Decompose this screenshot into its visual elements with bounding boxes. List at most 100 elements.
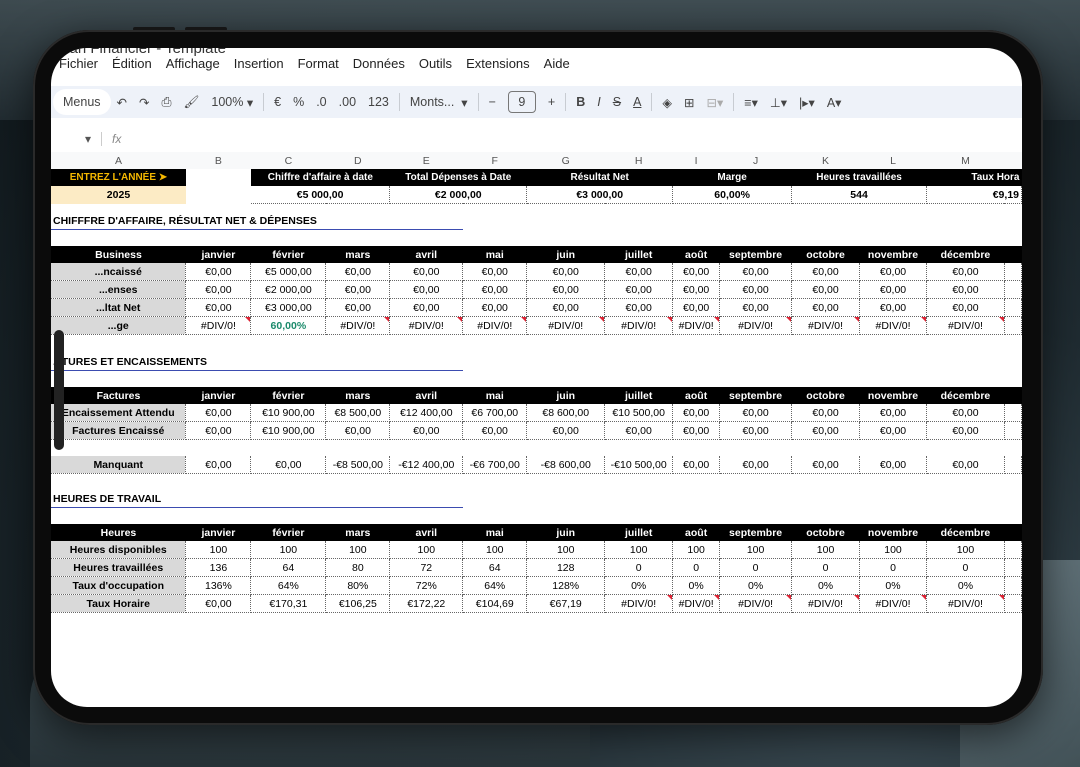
table-cell[interactable]: €0,00 bbox=[389, 280, 464, 299]
menu-extensions[interactable]: Extensions bbox=[466, 56, 530, 78]
table-cell[interactable]: €0,00 bbox=[672, 263, 721, 281]
table-cell[interactable]: €0,00 bbox=[926, 421, 1005, 440]
paint-format-icon[interactable]: 🖌 bbox=[178, 89, 206, 115]
table-cell[interactable]: €0,00 bbox=[604, 298, 674, 317]
table-cell[interactable]: €0,00 bbox=[526, 263, 606, 281]
column-header[interactable]: K bbox=[791, 152, 860, 169]
table-cell[interactable]: 100 bbox=[185, 541, 252, 559]
menu-insertion[interactable]: Insertion bbox=[234, 56, 284, 78]
table-cell[interactable]: 136% bbox=[185, 576, 252, 595]
table-cell[interactable]: #DIV/0! bbox=[325, 316, 391, 335]
table-cell[interactable]: 80 bbox=[325, 558, 391, 577]
table-cell[interactable]: €106,25 bbox=[325, 594, 391, 613]
table-cell[interactable]: €0,00 bbox=[389, 263, 464, 281]
column-header[interactable]: B bbox=[185, 152, 251, 169]
number-format-button[interactable]: 123 bbox=[362, 89, 395, 115]
table-cell[interactable]: €0,00 bbox=[719, 298, 793, 317]
table-cell[interactable] bbox=[1004, 576, 1022, 595]
menus-search-button[interactable]: Menus bbox=[53, 89, 111, 115]
table-cell[interactable]: €0,00 bbox=[185, 421, 252, 440]
menu-aide[interactable]: Aide bbox=[544, 56, 570, 78]
table-cell[interactable]: €0,00 bbox=[325, 298, 391, 317]
table-cell[interactable]: -€12 400,00 bbox=[389, 456, 464, 474]
column-header[interactable]: F bbox=[462, 152, 527, 169]
table-cell[interactable]: €0,00 bbox=[185, 280, 252, 299]
table-cell[interactable]: #DIV/0! bbox=[389, 316, 464, 335]
table-cell[interactable]: €0,00 bbox=[926, 298, 1005, 317]
table-cell[interactable]: €6 700,00 bbox=[462, 404, 528, 422]
table-cell[interactable]: €0,00 bbox=[859, 421, 927, 440]
table-cell[interactable]: €3 000,00 bbox=[250, 298, 327, 317]
table-cell[interactable]: €0,00 bbox=[791, 456, 861, 474]
empty-cell[interactable] bbox=[186, 169, 251, 186]
table-cell[interactable]: €0,00 bbox=[719, 404, 793, 422]
table-cell[interactable]: €0,00 bbox=[672, 456, 721, 474]
table-cell[interactable]: €0,00 bbox=[526, 280, 606, 299]
table-cell[interactable]: €0,00 bbox=[462, 421, 528, 440]
row-label[interactable]: ...ltat Net bbox=[51, 298, 187, 317]
table-cell[interactable]: €0,00 bbox=[859, 456, 927, 474]
table-cell[interactable]: €0,00 bbox=[791, 298, 861, 317]
summary-value-resultat[interactable]: €3 000,00 bbox=[526, 186, 674, 204]
table-cell[interactable]: 80% bbox=[325, 576, 391, 595]
table-cell[interactable]: €0,00 bbox=[672, 421, 721, 440]
table-cell[interactable]: #DIV/0! bbox=[604, 316, 674, 335]
font-size-input[interactable]: 9 bbox=[507, 91, 536, 113]
fill-color-icon[interactable]: ◈ bbox=[656, 89, 678, 115]
table-cell[interactable]: 0% bbox=[859, 576, 927, 595]
table-cell[interactable]: €5 000,00 bbox=[250, 263, 327, 281]
row-label[interactable]: ...ncaissé bbox=[51, 263, 187, 281]
font-size-decrease-button[interactable]: − bbox=[483, 89, 502, 115]
table-cell[interactable]: -€6 700,00 bbox=[462, 456, 528, 474]
table-cell[interactable]: €0,00 bbox=[859, 280, 927, 299]
table-cell[interactable]: €67,19 bbox=[526, 594, 606, 613]
table-cell[interactable]: €0,00 bbox=[389, 421, 464, 440]
year-input[interactable]: 2025 bbox=[51, 186, 186, 204]
menu-edition[interactable]: Édition bbox=[112, 56, 152, 78]
table-cell[interactable]: 100 bbox=[389, 541, 464, 559]
table-cell[interactable]: €0,00 bbox=[926, 404, 1005, 422]
table-cell[interactable]: €0,00 bbox=[672, 280, 721, 299]
table-cell[interactable]: 72% bbox=[389, 576, 464, 595]
table-cell[interactable]: €0,00 bbox=[604, 421, 674, 440]
table-cell[interactable]: 100 bbox=[250, 541, 327, 559]
table-cell[interactable]: €0,00 bbox=[185, 456, 252, 474]
table-cell[interactable]: 0 bbox=[719, 558, 793, 577]
table-cell[interactable]: 0% bbox=[672, 576, 721, 595]
increase-decimal-button[interactable]: .00 bbox=[333, 89, 362, 115]
table-cell[interactable] bbox=[1004, 263, 1022, 281]
table-cell[interactable]: €0,00 bbox=[185, 263, 252, 281]
table-cell[interactable]: €0,00 bbox=[791, 263, 861, 281]
table-cell[interactable]: -€8 600,00 bbox=[526, 456, 606, 474]
column-header[interactable]: E bbox=[389, 152, 463, 169]
row-label[interactable]: Heures travaillées bbox=[51, 558, 187, 577]
column-header[interactable]: M bbox=[926, 152, 1005, 169]
table-cell[interactable]: 136 bbox=[185, 558, 252, 577]
zoom-select[interactable]: 100% ▾ bbox=[205, 89, 259, 115]
column-header[interactable]: J bbox=[719, 152, 792, 169]
table-cell[interactable]: 100 bbox=[604, 541, 674, 559]
table-cell[interactable]: 0% bbox=[926, 576, 1005, 595]
table-cell[interactable] bbox=[1004, 558, 1022, 577]
table-cell[interactable]: 72 bbox=[389, 558, 464, 577]
row-label[interactable]: Factures Encaissé bbox=[51, 421, 187, 440]
column-header[interactable]: L bbox=[859, 152, 927, 169]
row-label[interactable]: Heures disponibles bbox=[51, 541, 187, 559]
merge-cells-icon[interactable]: ⊟▾ bbox=[701, 89, 730, 115]
italic-icon[interactable]: I bbox=[591, 89, 606, 115]
font-select[interactable]: Monts... ▾ bbox=[404, 89, 474, 115]
table-cell[interactable] bbox=[1004, 404, 1022, 422]
table-cell[interactable]: €0,00 bbox=[719, 280, 793, 299]
table-cell[interactable]: 100 bbox=[859, 541, 927, 559]
table-cell[interactable]: 0 bbox=[859, 558, 927, 577]
table-cell[interactable]: €104,69 bbox=[462, 594, 528, 613]
table-cell[interactable]: €0,00 bbox=[791, 421, 861, 440]
column-header[interactable]: I bbox=[672, 152, 720, 169]
table-cell[interactable]: 64 bbox=[250, 558, 327, 577]
menu-fichier[interactable]: Fichier bbox=[59, 56, 98, 78]
table-cell[interactable]: 100 bbox=[462, 541, 528, 559]
table-cell[interactable]: 100 bbox=[791, 541, 861, 559]
table-cell[interactable]: 64% bbox=[250, 576, 327, 595]
decrease-decimal-button[interactable]: .0 bbox=[310, 89, 332, 115]
borders-icon[interactable]: ⊞ bbox=[678, 89, 700, 115]
